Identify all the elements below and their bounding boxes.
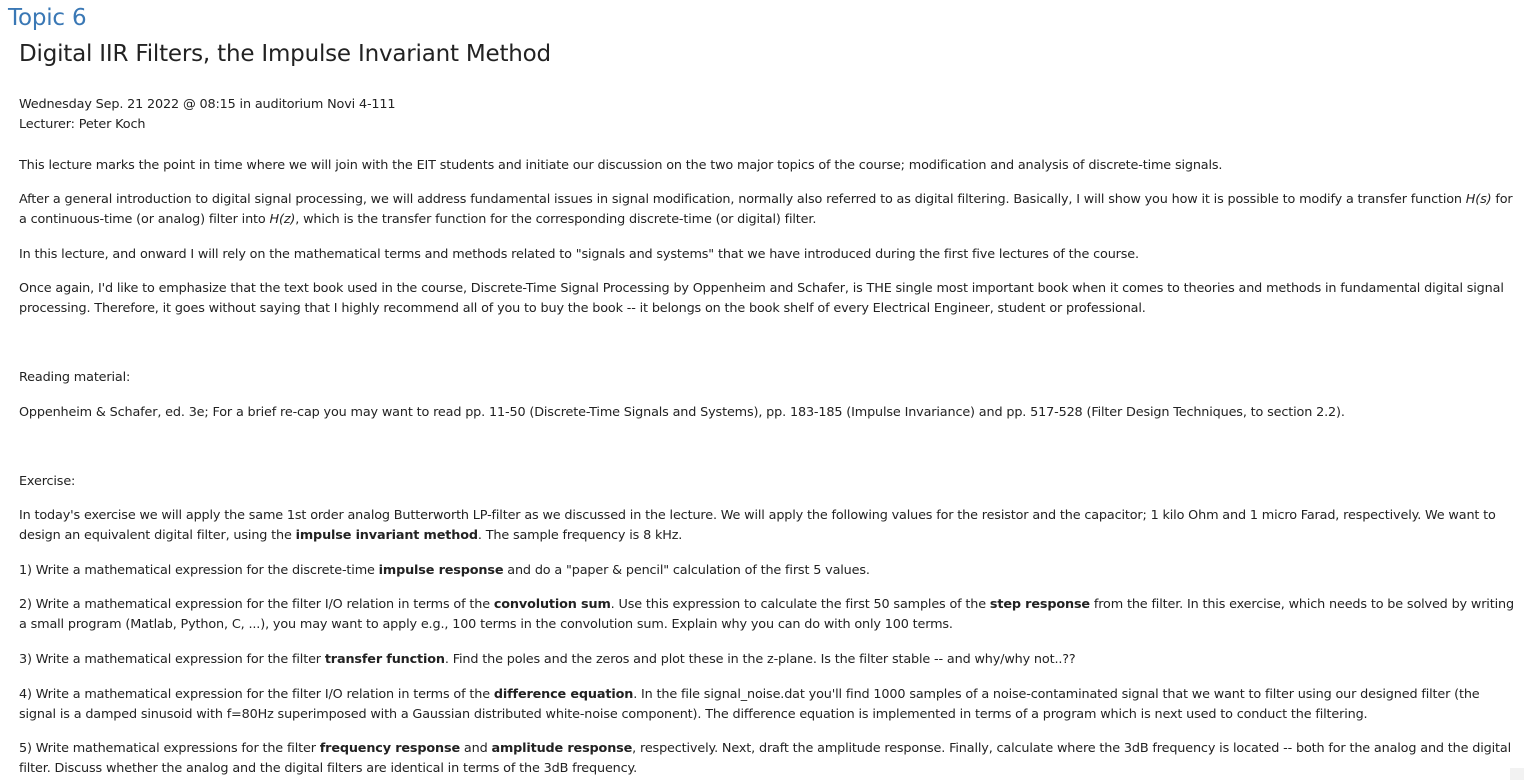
date-line: Wednesday Sep. 21 2022 @ 08:15 in audito…	[19, 97, 396, 112]
transfer-function-hs: H(s)	[1465, 192, 1492, 207]
topic-link[interactable]: Topic 6	[8, 5, 87, 31]
lecturer-line: Lecturer: Peter Koch	[19, 117, 146, 132]
scrollbar-corner	[1510, 768, 1524, 780]
exercise-question-1: 1) Write a mathematical expression for t…	[19, 563, 870, 578]
reading-heading: Reading material:	[19, 370, 131, 385]
exercise-question-3: 3) Write a mathematical expression for t…	[19, 652, 1076, 667]
exercise-heading: Exercise:	[19, 474, 76, 489]
section-title: Digital IIR Filters, the Impulse Invaria…	[19, 41, 551, 67]
intro-paragraph-3: In this lecture, and onward I will rely …	[19, 247, 1139, 262]
transfer-function-hz: H(z)	[269, 212, 296, 227]
intro-paragraph-1: This lecture marks the point in time whe…	[19, 158, 1223, 173]
exercise-question-2: 2) Write a mathematical expression for t…	[19, 597, 1514, 632]
exercise-question-5: 5) Write mathematical expressions for th…	[19, 741, 1511, 776]
intro-paragraph-2: After a general introduction to digital …	[19, 192, 1513, 227]
reading-text: Oppenheim & Schafer, ed. 3e; For a brief…	[19, 405, 1345, 420]
exercise-intro: In today's exercise we will apply the sa…	[19, 508, 1496, 543]
exercise-question-4: 4) Write a mathematical expression for t…	[19, 687, 1480, 722]
intro-paragraph-4: Once again, I'd like to emphasize that t…	[19, 281, 1504, 316]
page: Topic 6 Digital IIR Filters, the Impulse…	[0, 0, 1524, 780]
